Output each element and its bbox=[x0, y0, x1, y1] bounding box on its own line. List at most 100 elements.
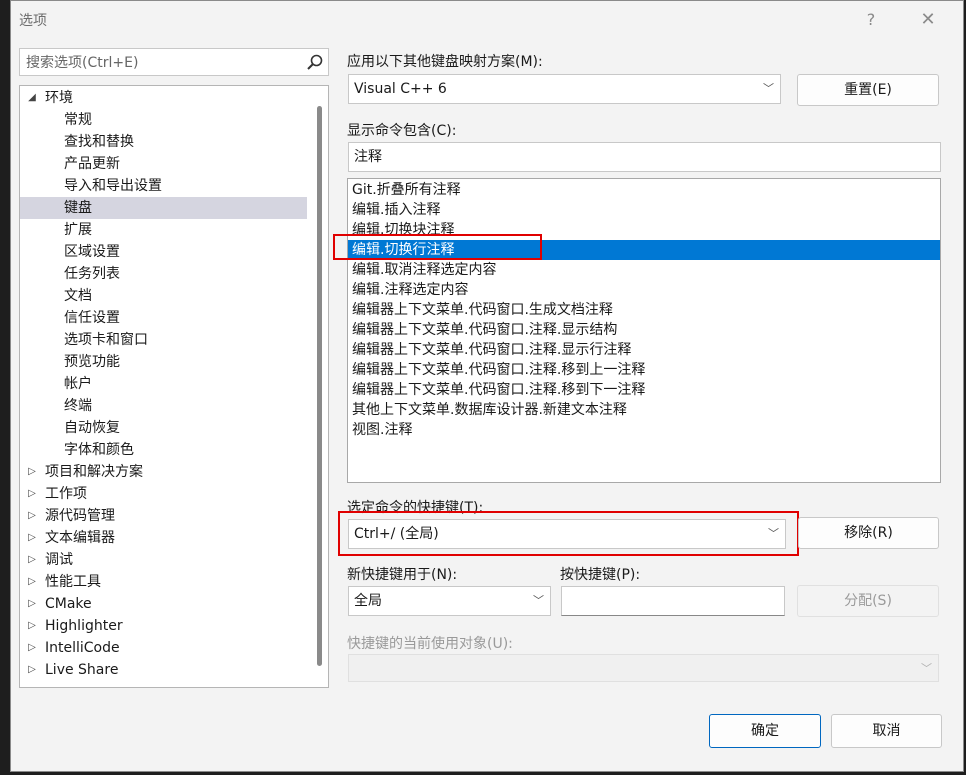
tree-item[interactable]: 常规 bbox=[20, 109, 307, 131]
chevron-down-icon: ﹀ bbox=[763, 82, 774, 95]
tree-item-label: Live Share bbox=[45, 662, 119, 678]
tree-item[interactable]: 选项卡和窗口 bbox=[20, 329, 307, 351]
tree-item[interactable]: ▷ 文本编辑器 bbox=[20, 527, 307, 549]
tree-item-label: 文本编辑器 bbox=[45, 530, 115, 546]
new-shortcut-scope-value: 全局 bbox=[354, 593, 382, 609]
tree-item-label: IntelliCode bbox=[45, 640, 120, 656]
show-commands-label: 显示命令包含(C): bbox=[347, 123, 457, 139]
tree-item[interactable]: ▷ Live Share bbox=[20, 659, 307, 681]
new-shortcut-scope-combo[interactable]: 全局 ﹀ bbox=[348, 586, 551, 616]
show-commands-input[interactable]: 注释 bbox=[348, 142, 941, 172]
command-list-item[interactable]: 编辑.切换块注释 bbox=[348, 220, 940, 240]
options-tree[interactable]: ▷ Live Share ▷ IntelliCode ▷ Highlighter ▷ CMak… bbox=[19, 85, 329, 688]
tree-item[interactable]: ▷ 工作项 bbox=[20, 483, 307, 505]
collapsed-arrow-icon[interactable]: ▷ bbox=[26, 637, 38, 659]
shortcuts-label: 选定命令的快捷键(T): bbox=[347, 500, 484, 516]
current-usage-combo[interactable]: ﹀ bbox=[348, 654, 939, 682]
tree-item-label: 源代码管理 bbox=[45, 508, 115, 524]
tree-item-label: 字体和颜色 bbox=[64, 442, 134, 458]
current-usage-label: 快捷键的当前使用对象(U): bbox=[347, 636, 513, 652]
options-search-box bbox=[19, 48, 329, 76]
ok-button[interactable]: 确定 bbox=[709, 714, 821, 748]
tree-item[interactable]: 查找和替换 bbox=[20, 131, 307, 153]
tree-item-label: 选项卡和窗口 bbox=[64, 332, 148, 348]
expanded-arrow-icon[interactable]: ◢ bbox=[26, 87, 38, 109]
collapsed-arrow-icon[interactable]: ▷ bbox=[26, 615, 38, 637]
collapsed-arrow-icon[interactable]: ▷ bbox=[26, 527, 38, 549]
command-list-item[interactable]: 编辑器上下文菜单.代码窗口.注释.显示行注释 bbox=[348, 340, 940, 360]
collapsed-arrow-icon[interactable]: ▷ bbox=[26, 593, 38, 615]
tree-item[interactable]: ▷ 项目和解决方案 bbox=[20, 461, 307, 483]
tree-item[interactable]: 字体和颜色 bbox=[20, 439, 307, 461]
help-button[interactable]: ? bbox=[856, 7, 886, 33]
dialog-title: 选项 bbox=[19, 13, 47, 29]
mapping-scheme-value: Visual C++ 6 bbox=[354, 81, 447, 97]
mapping-scheme-combo[interactable]: Visual C++ 6 ﹀ bbox=[348, 74, 781, 104]
tree-item[interactable]: ▷ Highlighter bbox=[20, 615, 307, 637]
tree-item[interactable]: ▷ CMake bbox=[20, 593, 307, 615]
tree-item[interactable]: 产品更新 bbox=[20, 153, 307, 175]
search-icon[interactable] bbox=[306, 53, 324, 71]
assign-button[interactable]: 分配(S) bbox=[797, 585, 939, 617]
command-list-item[interactable]: 编辑.切换行注释 bbox=[348, 240, 940, 260]
collapsed-arrow-icon[interactable]: ▷ bbox=[26, 549, 38, 571]
search-input[interactable] bbox=[24, 52, 298, 74]
tree-item[interactable]: 信任设置 bbox=[20, 307, 307, 329]
tree-item-label: 区域设置 bbox=[64, 244, 120, 260]
command-list-item[interactable]: 编辑.取消注释选定内容 bbox=[348, 260, 940, 280]
command-list[interactable]: Git.折叠所有注释 编辑.插入注释 编辑.切换块注释 编辑.切换行注释 编辑.取消注释… bbox=[347, 178, 941, 483]
tree-scrollbar[interactable] bbox=[317, 106, 322, 666]
command-list-item[interactable]: 编辑.插入注释 bbox=[348, 200, 940, 220]
tree-item[interactable]: 帐户 bbox=[20, 373, 307, 395]
title-bar: 选项 ? ✕ bbox=[11, 1, 963, 39]
tree-item[interactable]: ▷ 调试 bbox=[20, 549, 307, 571]
shortcuts-combo[interactable]: Ctrl+/ (全局) ﹀ bbox=[348, 519, 786, 549]
tree-item[interactable]: 键盘 bbox=[20, 197, 307, 219]
tree-item[interactable]: 区域设置 bbox=[20, 241, 307, 263]
show-commands-value: 注释 bbox=[354, 149, 382, 165]
tree-item-label: 常规 bbox=[64, 112, 92, 128]
mapping-scheme-label: 应用以下其他键盘映射方案(M): bbox=[347, 54, 543, 70]
collapsed-arrow-icon[interactable]: ▷ bbox=[26, 571, 38, 593]
tree-item[interactable]: 扩展 bbox=[20, 219, 307, 241]
chevron-down-icon: ﹀ bbox=[768, 527, 779, 540]
command-list-item[interactable]: 其他上下文菜单.数据库设计器.新建文本注释 bbox=[348, 400, 940, 420]
press-keys-input[interactable] bbox=[561, 586, 785, 616]
tree-item[interactable]: 终端 bbox=[20, 395, 307, 417]
press-keys-label: 按快捷键(P): bbox=[560, 567, 641, 583]
tree-item-label: 工作项 bbox=[45, 486, 87, 502]
command-list-item[interactable]: 编辑器上下文菜单.代码窗口.注释.移到下一注释 bbox=[348, 380, 940, 400]
tree-item[interactable]: 预览功能 bbox=[20, 351, 307, 373]
collapsed-arrow-icon[interactable]: ▷ bbox=[26, 659, 38, 681]
options-dialog: 选项 ? ✕ ▷ Live Share ▷ IntelliCode ▷ Highlight… bbox=[10, 0, 964, 772]
tree-item[interactable]: ▷ IntelliCode bbox=[20, 637, 307, 659]
command-list-item[interactable]: 编辑器上下文菜单.代码窗口.生成文档注释 bbox=[348, 300, 940, 320]
tree-item[interactable]: ◢ 环境 bbox=[20, 87, 307, 109]
remove-button[interactable]: 移除(R) bbox=[798, 517, 939, 549]
tree-item-label: 环境 bbox=[45, 90, 73, 106]
cancel-button[interactable]: 取消 bbox=[831, 714, 942, 748]
command-list-item[interactable]: 编辑.注释选定内容 bbox=[348, 280, 940, 300]
reset-button[interactable]: 重置(E) bbox=[797, 74, 939, 106]
tree-item[interactable]: ▷ 性能工具 bbox=[20, 571, 307, 593]
tree-item-label: 自动恢复 bbox=[64, 420, 120, 436]
tree-item-label: 终端 bbox=[64, 398, 92, 414]
close-button[interactable]: ✕ bbox=[913, 7, 943, 33]
tree-item-label: 项目和解决方案 bbox=[45, 464, 143, 480]
tree-item[interactable]: 导入和导出设置 bbox=[20, 175, 307, 197]
command-list-item[interactable]: 编辑器上下文菜单.代码窗口.注释.显示结构 bbox=[348, 320, 940, 340]
tree-item-label: 性能工具 bbox=[45, 574, 101, 590]
collapsed-arrow-icon[interactable]: ▷ bbox=[26, 461, 38, 483]
chevron-down-icon: ﹀ bbox=[533, 594, 544, 607]
tree-item[interactable]: 文档 bbox=[20, 285, 307, 307]
chevron-down-icon: ﹀ bbox=[921, 662, 932, 675]
collapsed-arrow-icon[interactable]: ▷ bbox=[26, 483, 38, 505]
command-list-item[interactable]: 编辑器上下文菜单.代码窗口.注释.移到上一注释 bbox=[348, 360, 940, 380]
command-list-item[interactable]: 视图.注释 bbox=[348, 420, 940, 440]
tree-item[interactable]: 任务列表 bbox=[20, 263, 307, 285]
command-list-item[interactable]: Git.折叠所有注释 bbox=[348, 180, 940, 200]
tree-item[interactable]: 自动恢复 bbox=[20, 417, 307, 439]
tree-item-label: 查找和替换 bbox=[64, 134, 134, 150]
tree-item[interactable]: ▷ 源代码管理 bbox=[20, 505, 307, 527]
collapsed-arrow-icon[interactable]: ▷ bbox=[26, 505, 38, 527]
